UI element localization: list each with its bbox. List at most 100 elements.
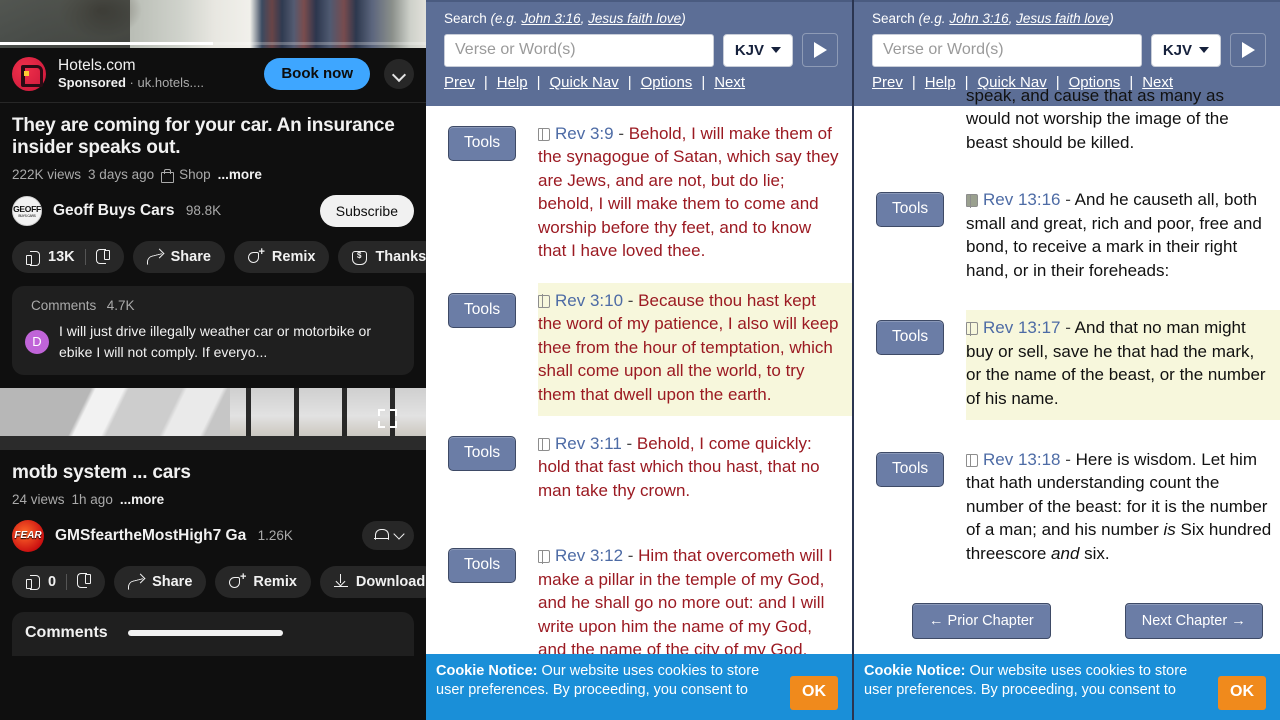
- bible-version-select[interactable]: KJV: [722, 33, 793, 67]
- search-submit-button[interactable]: [802, 33, 838, 67]
- video-1-comments-card[interactable]: Comments 4.7K D I will just drive illega…: [12, 286, 414, 375]
- tools-button[interactable]: Tools: [876, 320, 945, 356]
- verse-text-cell: Rev 13:16 - And he causeth all, both sma…: [966, 182, 1280, 292]
- book-outline-icon[interactable]: [538, 549, 550, 564]
- verse-reference[interactable]: Rev 13:16: [983, 190, 1061, 209]
- remix-icon: [247, 247, 265, 264]
- nav-link-prev[interactable]: Prev: [444, 74, 475, 91]
- verse-list-middle: Tools Rev 3:9 - Behold, I will make them…: [426, 106, 852, 672]
- verse-reference[interactable]: Rev 3:11: [555, 434, 622, 453]
- verse-dash: -: [623, 290, 639, 310]
- verse-dash: -: [1060, 190, 1075, 210]
- cookie-ok-button[interactable]: OK: [1218, 676, 1266, 710]
- bible-panel-middle: Search (e.g. John 3:16, Jesus faith love…: [426, 0, 852, 720]
- thumbs-down-icon[interactable]: [96, 250, 110, 265]
- nav-link-help[interactable]: Help: [925, 74, 956, 91]
- bible-version-select[interactable]: KJV: [1150, 33, 1221, 67]
- video-2-comments-bar[interactable]: Comments: [12, 611, 414, 656]
- video-player-2[interactable]: [0, 387, 426, 450]
- caret-down-icon: [1199, 47, 1209, 53]
- thumbs-down-icon[interactable]: [77, 574, 91, 589]
- verse-reference[interactable]: Rev 13:17: [983, 318, 1061, 337]
- nav-link-quick-nav[interactable]: Quick Nav: [550, 74, 619, 91]
- verse-text: Rev 13:16 - And he causeth all, both sma…: [966, 188, 1272, 282]
- book-outline-icon[interactable]: [966, 321, 978, 336]
- video-2-channel-name-wrap[interactable]: GMSfeartheMostHigh7 Ga 1.26K: [55, 527, 293, 545]
- book-outline-icon[interactable]: [538, 127, 550, 142]
- fullscreen-icon[interactable]: [378, 408, 397, 428]
- thumbs-up-icon[interactable]: [26, 250, 40, 266]
- verse-dash: -: [623, 546, 639, 566]
- tools-button[interactable]: Tools: [448, 435, 517, 471]
- nav-link-options[interactable]: Options: [641, 74, 693, 91]
- verse-reference[interactable]: Rev 3:10: [555, 291, 623, 310]
- thanks-button[interactable]: Thanks: [338, 241, 426, 274]
- tools-button[interactable]: Tools: [876, 451, 945, 487]
- book-now-button[interactable]: Book now: [264, 57, 370, 90]
- notification-settings-button[interactable]: [362, 521, 414, 551]
- remix-button[interactable]: Remix: [233, 241, 330, 274]
- search-hint-label: Search (e.g. John 3:16, Jesus faith love…: [872, 11, 1266, 26]
- tools-button[interactable]: Tools: [448, 292, 517, 328]
- search-input[interactable]: Verse or Word(s): [444, 33, 714, 67]
- prior-chapter-button[interactable]: ← Prior Chapter: [912, 603, 1051, 640]
- video-player-1[interactable]: [0, 0, 426, 48]
- remix-button[interactable]: Remix: [215, 565, 311, 598]
- sponsored-ad-row[interactable]: Hotels.com Sponsored · uk.hotels.... Boo…: [0, 48, 426, 103]
- avatar[interactable]: GEOFF BUYS CARS: [12, 196, 42, 227]
- bible-version-value: KJV: [1162, 41, 1192, 59]
- avatar[interactable]: FEAR: [12, 519, 44, 552]
- video-1-channel-name-wrap[interactable]: Geoff Buys Cars 98.8K: [53, 202, 221, 220]
- video-1-progress-fill[interactable]: [0, 42, 213, 45]
- search-row: Verse or Word(s) KJV: [444, 33, 838, 67]
- like-count: 13K: [48, 249, 75, 266]
- subscribe-button[interactable]: Subscribe: [319, 195, 414, 228]
- verse-row: Tools Rev 3:9 - Behold, I will make them…: [426, 106, 852, 273]
- nav-link-next[interactable]: Next: [714, 74, 745, 91]
- search-example-keywords-link[interactable]: Jesus faith love: [588, 11, 681, 26]
- chevron-down-icon[interactable]: [384, 58, 414, 89]
- search-example-keywords-link[interactable]: Jesus faith love: [1016, 11, 1109, 26]
- nav-link-prev[interactable]: Prev: [872, 74, 903, 91]
- verse-reference[interactable]: Rev 3:12: [555, 546, 623, 565]
- video-1-channel-row[interactable]: GEOFF BUYS CARS Geoff Buys Cars 98.8K Su…: [0, 182, 426, 228]
- verse-row-highlighted: Tools Rev 3:10 - Because thou hast kept …: [426, 273, 852, 416]
- video-2-channel-row[interactable]: FEAR GMSfeartheMostHigh7 Ga 1.26K: [0, 507, 426, 552]
- book-outline-icon[interactable]: [538, 437, 550, 452]
- thumbs-up-icon[interactable]: [26, 574, 40, 591]
- comments-placeholder-bar: [127, 629, 283, 636]
- verse-reference[interactable]: Rev 13:18: [983, 450, 1061, 469]
- video-2-more-link[interactable]: ...more: [120, 492, 164, 507]
- tools-button[interactable]: Tools: [448, 126, 517, 161]
- cookie-ok-button[interactable]: OK: [790, 676, 838, 710]
- next-chapter-button[interactable]: Next Chapter →: [1124, 603, 1263, 640]
- tools-button[interactable]: Tools: [448, 548, 517, 584]
- like-dislike-chip[interactable]: 13K: [12, 241, 124, 274]
- tools-button[interactable]: Tools: [876, 192, 945, 228]
- chapter-navigation: ← Prior Chapter Next Chapter →: [854, 575, 1280, 640]
- nav-link-help[interactable]: Help: [497, 74, 528, 91]
- search-example-reference-link[interactable]: John 3:16: [521, 11, 580, 26]
- search-submit-button[interactable]: [1230, 33, 1266, 67]
- video-1-more-link[interactable]: ...more: [218, 167, 262, 182]
- video-1-shop-link[interactable]: Shop: [179, 167, 211, 182]
- share-arrow-icon: [147, 250, 163, 264]
- verse-text-cell: Rev 13:18 - Here is wisdom. Let him that…: [966, 442, 1280, 575]
- book-outline-icon[interactable]: [538, 294, 550, 309]
- search-example-close: ): [681, 11, 686, 26]
- download-button[interactable]: Download: [319, 565, 426, 598]
- verse-text-cell: Rev 13:17 - And that no man might buy or…: [966, 310, 1280, 420]
- book-outline-icon[interactable]: [966, 453, 978, 468]
- verse-reference[interactable]: Rev 3:9: [555, 124, 614, 143]
- search-example-reference-link[interactable]: John 3:16: [949, 11, 1008, 26]
- verse-text-cell: speak, and cause that as many as would n…: [966, 86, 1280, 164]
- list-item[interactable]: D I will just drive illegally weather ca…: [25, 321, 401, 362]
- book-filled-icon[interactable]: [966, 193, 978, 208]
- share-button[interactable]: Share: [114, 565, 207, 598]
- like-dislike-chip[interactable]: 0: [12, 565, 106, 598]
- share-button[interactable]: Share: [132, 241, 225, 274]
- youtube-app-panel: Hotels.com Sponsored · uk.hotels.... Boo…: [0, 0, 426, 720]
- verse-dash: -: [621, 433, 637, 453]
- cookie-notice-banner: Cookie Notice: Our website uses cookies …: [854, 654, 1280, 720]
- search-input[interactable]: Verse or Word(s): [872, 33, 1142, 67]
